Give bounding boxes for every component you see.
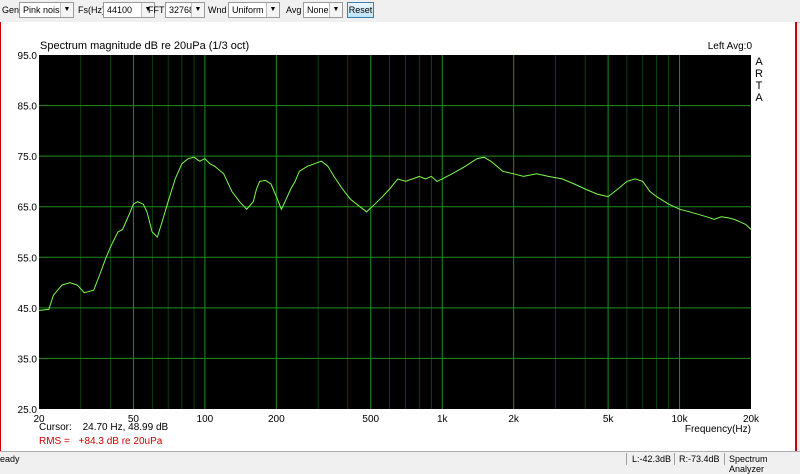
status-bar: eady L:-42.3dB R:-73.4dB Spectrum Analyz… xyxy=(0,451,800,474)
fft-label: FFT xyxy=(148,5,165,15)
average-select[interactable]: None ▼ xyxy=(303,2,343,18)
y-tick-label: 75.0 xyxy=(18,152,38,163)
chevron-down-icon: ▼ xyxy=(266,3,279,17)
rms-value: +84.3 dB re 20uPa xyxy=(78,436,163,447)
status-text: eady xyxy=(0,454,20,464)
average-value: None xyxy=(307,5,329,15)
spectrum-chart[interactable]: 25.035.045.055.065.075.085.095.0 20 50 100… xyxy=(1,22,797,451)
brand-letter: R xyxy=(755,68,763,80)
sample-rate-value: 44100 xyxy=(107,5,133,15)
y-tick-label: 55.0 xyxy=(18,253,38,264)
y-tick-label: 65.0 xyxy=(18,203,38,214)
fft-size-select[interactable]: 32768 ▼ xyxy=(165,2,205,18)
window-select[interactable]: Uniform ▼ xyxy=(228,2,280,18)
x-axis-label: Frequency(Hz) xyxy=(685,424,751,435)
rms-label: RMS = xyxy=(39,436,70,447)
gen-label: Gen xyxy=(2,5,20,15)
y-tick-label: 95.0 xyxy=(18,51,38,62)
x-tick-label: 100 xyxy=(197,414,214,425)
left-level: L:-42.3dB xyxy=(632,454,672,464)
x-tick-label: 5k xyxy=(603,414,615,425)
rms-readout: RMS = +84.3 dB re 20uPa xyxy=(39,436,162,447)
plot-area[interactable] xyxy=(39,55,751,409)
window-value: Uniform xyxy=(232,5,264,15)
generator-value: Pink noise xyxy=(23,5,65,15)
channel-info: Left Avg:0 xyxy=(708,41,753,52)
chevron-down-icon: ▼ xyxy=(191,3,204,17)
brand-letter: T xyxy=(756,80,763,92)
toolbar: Gen Pink noise ▼ Fs(Hz) 44100 ▼ FFT 3276… xyxy=(0,0,800,23)
y-tick-labels: 25.035.045.055.065.075.085.095.0 xyxy=(18,51,38,416)
chevron-down-icon: ▼ xyxy=(60,3,73,17)
analyzer-mode: Spectrum Analyzer xyxy=(729,454,768,474)
chevron-down-icon: ▼ xyxy=(329,3,342,17)
y-tick-label: 45.0 xyxy=(18,304,38,315)
generator-select[interactable]: Pink noise ▼ xyxy=(19,2,74,18)
brand-letter: A xyxy=(755,92,763,104)
x-tick-label: 1k xyxy=(437,414,449,425)
cursor-value: 24.70 Hz, 48.99 dB xyxy=(82,422,169,433)
arta-brand-label: ARTA xyxy=(755,56,763,104)
y-tick-label: 35.0 xyxy=(18,354,38,365)
spectrum-panel: 25.0 35.0 45.0 55.0 65.0 75.0 85.0 95.0 20 50 100… xyxy=(0,22,797,451)
window-label: Wnd xyxy=(208,5,227,15)
chart-title: Spectrum magnitude dB re 20uPa (1/3 oct) xyxy=(40,40,249,52)
status-divider xyxy=(724,453,725,465)
cursor-label: Cursor: xyxy=(39,422,72,433)
brand-letter: A xyxy=(755,56,763,68)
x-tick-label: 200 xyxy=(268,414,285,425)
avg-label: Avg xyxy=(286,5,302,15)
reset-button[interactable]: Reset xyxy=(347,2,374,18)
right-level: R:-73.4dB xyxy=(679,454,720,464)
status-divider xyxy=(674,453,675,465)
fs-label: Fs(Hz) xyxy=(78,5,105,15)
x-tick-label: 2k xyxy=(508,414,520,425)
status-divider xyxy=(626,453,627,465)
x-tick-label: 500 xyxy=(362,414,379,425)
y-tick-label: 85.0 xyxy=(18,102,38,113)
cursor-readout: Cursor: 24.70 Hz, 48.99 dB xyxy=(39,422,168,433)
